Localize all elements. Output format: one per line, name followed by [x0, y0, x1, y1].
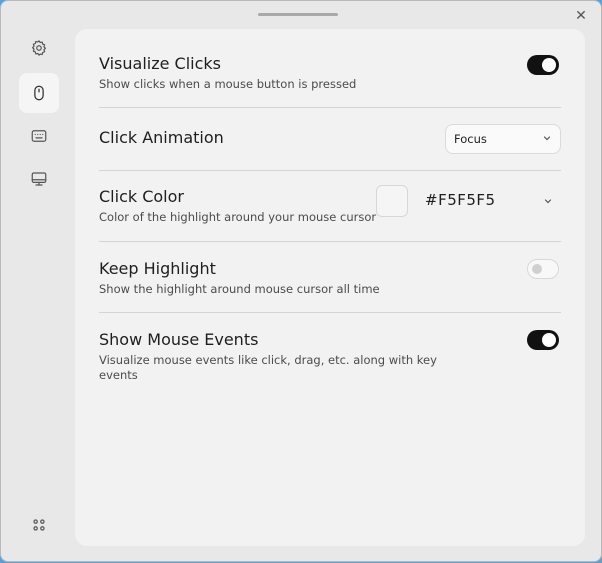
setting-description: Visualize mouse events like click, drag,… — [99, 353, 437, 382]
sidebar-item-mouse[interactable] — [19, 73, 59, 113]
keyboard-icon — [31, 130, 47, 142]
setting-row-show-mouse-events: Show Mouse Events Visualize mouse events… — [99, 328, 561, 388]
sidebar — [1, 1, 75, 563]
click-animation-select[interactable]: Focus — [445, 124, 561, 154]
setting-title: Keep Highlight — [99, 259, 216, 278]
divider — [99, 107, 561, 108]
keep-highlight-toggle[interactable] — [527, 259, 559, 279]
close-icon: ✕ — [575, 8, 587, 24]
settings-panel: Visualize Clicks Show clicks when a mous… — [75, 29, 585, 546]
show-mouse-events-toggle[interactable] — [527, 330, 559, 350]
visualize-clicks-toggle[interactable] — [527, 55, 559, 75]
chevron-down-icon — [543, 136, 551, 141]
chevron-down-icon[interactable] — [543, 196, 553, 206]
sidebar-item-general[interactable] — [19, 28, 59, 68]
setting-description: Color of the highlight around your mouse… — [99, 210, 377, 224]
toggle-knob — [532, 264, 542, 274]
close-button[interactable]: ✕ — [572, 7, 590, 25]
toggle-knob — [542, 333, 556, 347]
monitor-icon — [31, 172, 47, 186]
divider — [99, 312, 561, 313]
mouse-icon — [34, 85, 44, 101]
sidebar-item-display[interactable] — [19, 159, 59, 199]
settings-window: ✕ Visualize Clicks Show clicks when a mo… — [0, 0, 602, 562]
sidebar-item-keyboard[interactable] — [19, 116, 59, 156]
setting-title: Click Color — [99, 187, 184, 206]
setting-row-click-color: Click Color Color of the highlight aroun… — [99, 185, 561, 229]
setting-row-click-animation: Click Animation Focus — [99, 123, 561, 163]
toggle-knob — [542, 58, 556, 72]
apps-grid-icon — [33, 519, 45, 531]
setting-row-visualize-clicks: Visualize Clicks Show clicks when a mous… — [99, 53, 561, 103]
window-drag-handle[interactable] — [258, 13, 338, 16]
sidebar-apps-button[interactable] — [19, 505, 59, 545]
divider — [99, 170, 561, 171]
setting-title: Click Animation — [99, 128, 224, 147]
setting-description: Show clicks when a mouse button is press… — [99, 77, 357, 91]
setting-title: Visualize Clicks — [99, 54, 221, 73]
divider — [99, 241, 561, 242]
click-color-swatch[interactable] — [376, 185, 408, 217]
select-value: Focus — [454, 132, 487, 146]
gear-icon — [32, 40, 46, 56]
setting-title: Show Mouse Events — [99, 330, 259, 349]
setting-description: Show the highlight around mouse cursor a… — [99, 282, 380, 296]
setting-row-keep-highlight: Keep Highlight Show the highlight around… — [99, 257, 561, 301]
click-color-hex-value[interactable]: #F5F5F5 — [425, 191, 496, 209]
